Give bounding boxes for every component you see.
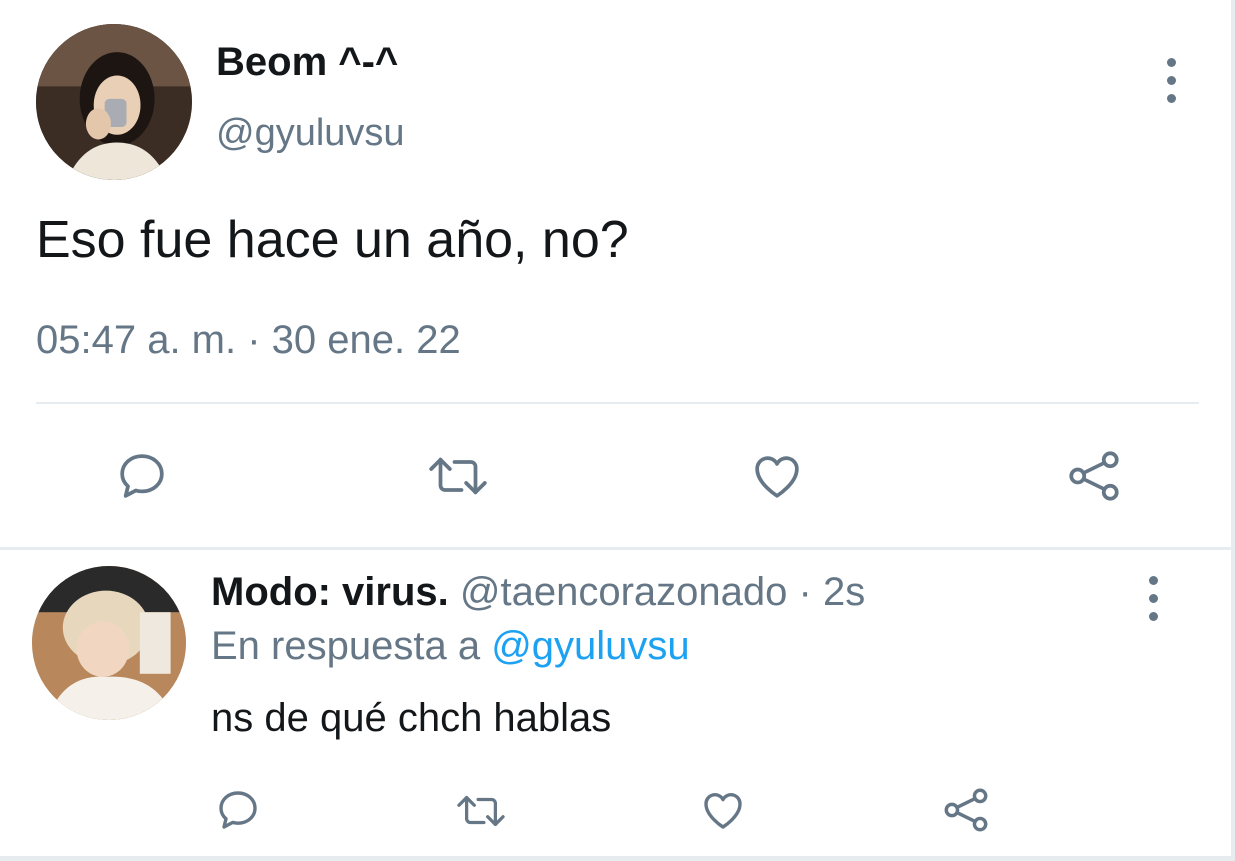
divider	[1231, 0, 1235, 861]
in-reply-prefix: En respuesta a	[211, 624, 481, 668]
retweet-icon[interactable]	[452, 788, 510, 834]
retweet-icon[interactable]	[424, 448, 492, 504]
more-options-icon[interactable]	[1165, 58, 1177, 103]
avatar-photo	[32, 566, 186, 720]
reply-icon[interactable]	[214, 786, 262, 834]
tweet-separator	[0, 547, 1235, 550]
divider	[36, 402, 1199, 404]
reply-time[interactable]: 2s	[823, 570, 865, 614]
like-icon[interactable]	[698, 786, 748, 834]
tweet-text: Eso fue hace un año, no?	[36, 211, 629, 269]
share-icon[interactable]	[1064, 446, 1124, 506]
share-icon[interactable]	[940, 784, 992, 836]
author-avatar[interactable]	[36, 24, 192, 180]
reply-header: Modo: virus. @taencorazonado · 2s	[211, 570, 865, 615]
reply-author-avatar[interactable]	[32, 566, 186, 720]
meta-separator: ·	[798, 570, 812, 614]
reply-text: ns de qué chch hablas	[211, 696, 612, 740]
reply-icon[interactable]	[114, 448, 170, 504]
in-reply-to: En respuesta a @gyuluvsu	[211, 624, 690, 669]
author-display-name[interactable]: Beom ^-^	[216, 40, 398, 85]
like-icon[interactable]	[748, 448, 806, 504]
more-options-icon[interactable]	[1147, 576, 1159, 621]
reply-handle[interactable]: @taencorazonado	[460, 570, 788, 614]
divider	[0, 856, 1235, 861]
reply-display-name[interactable]: Modo: virus.	[211, 570, 449, 614]
avatar-photo	[36, 24, 192, 180]
tweet-timestamp[interactable]: 05:47 a. m. · 30 ene. 22	[36, 318, 461, 363]
author-handle[interactable]: @gyuluvsu	[216, 112, 405, 155]
in-reply-to-link[interactable]: @gyuluvsu	[491, 624, 689, 668]
